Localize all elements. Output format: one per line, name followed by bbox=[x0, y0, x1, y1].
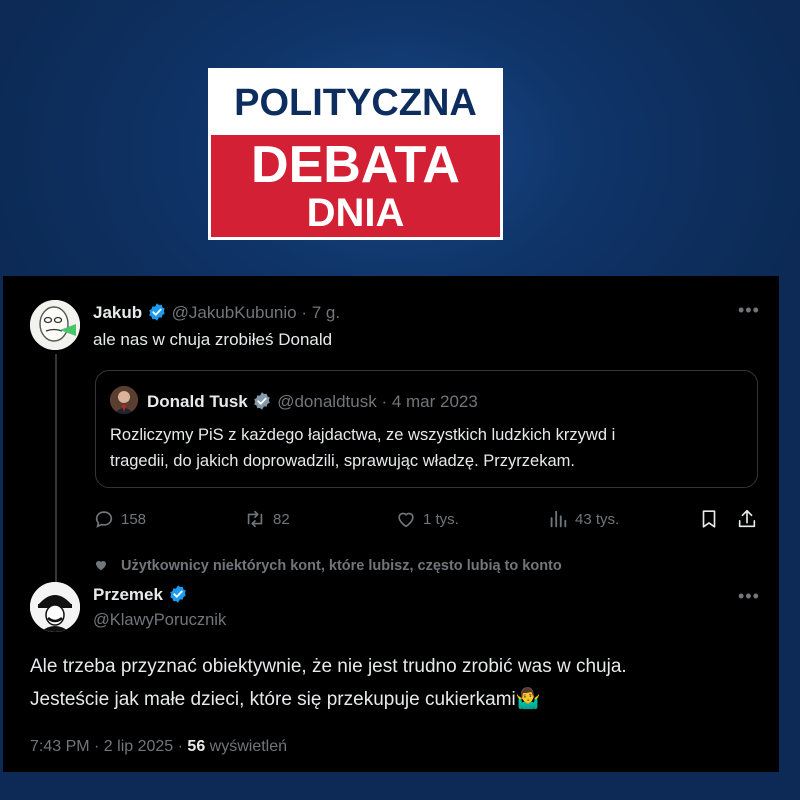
share-action[interactable] bbox=[736, 508, 758, 530]
reply-author-handle[interactable]: @JakubKubunio bbox=[172, 303, 297, 322]
main-author-handle[interactable]: @KlawyPorucznik bbox=[93, 611, 226, 630]
tweet-action-bar: 158 82 1 tys. 43 tys. bbox=[93, 508, 763, 534]
thread-connector-line bbox=[55, 354, 57, 584]
share-icon bbox=[738, 509, 756, 528]
verified-badge-icon bbox=[169, 585, 186, 603]
quote-author-name[interactable]: Donald Tusk bbox=[147, 392, 248, 411]
heart-icon bbox=[398, 512, 414, 528]
reply-count: 158 bbox=[121, 510, 147, 528]
views-chart-icon bbox=[550, 510, 567, 528]
logo-line-debata: DEBATA bbox=[251, 136, 460, 194]
main-author-name-row: Przemek bbox=[93, 584, 188, 605]
quote-text-line2: tragedii, do jakich doprowadzili, sprawu… bbox=[110, 452, 575, 470]
tusk-avatar[interactable] bbox=[110, 386, 138, 414]
quote-date[interactable]: · 4 mar 2023 bbox=[381, 392, 477, 411]
reply-text: ale nas w chuja zrobiłeś Donald bbox=[93, 330, 333, 349]
reply-action[interactable]: 158 bbox=[93, 508, 146, 530]
main-tweet-text-line2-text: Jesteście jak małe dzieci, które się prz… bbox=[30, 689, 516, 710]
main-more-options-icon[interactable]: ••• bbox=[738, 586, 760, 607]
social-context-row: Użytkownicy niektórych kont, które lubis… bbox=[93, 557, 562, 574]
reply-author-name[interactable]: Jakub bbox=[93, 303, 142, 322]
bookmark-action[interactable] bbox=[698, 508, 720, 530]
quote-author-handle[interactable]: @donaldtusk bbox=[277, 392, 377, 411]
main-tweet-views-label: wyświetleń bbox=[209, 738, 288, 755]
logo-line-politika: POLITYCZNA bbox=[211, 71, 500, 135]
repost-count: 82 bbox=[273, 510, 290, 528]
reply-more-options-icon[interactable]: ••• bbox=[738, 300, 760, 321]
verified-badge-icon bbox=[254, 392, 271, 410]
shrug-emoji: 🤷‍♂️ bbox=[515, 688, 541, 710]
reply-time[interactable]: · 7 g. bbox=[301, 303, 340, 322]
quote-text-line1: Rozliczymy PiS z każdego łajdactwa, ze w… bbox=[110, 426, 616, 444]
like-count: 1 tys. bbox=[423, 510, 459, 528]
views-count: 43 tys. bbox=[575, 510, 620, 528]
logo-line-dnia: DNIA bbox=[306, 191, 405, 235]
main-tweet-text-line2: Jesteście jak małe dzieci, które się prz… bbox=[30, 686, 541, 711]
social-context-text: Użytkownicy niektórych kont, które lubis… bbox=[121, 558, 562, 574]
przemek-avatar[interactable] bbox=[30, 582, 80, 632]
like-action[interactable]: 1 tys. bbox=[395, 508, 459, 530]
quote-header: Donald Tusk @donaldtusk · 4 mar 2023 bbox=[147, 391, 478, 412]
bookmark-icon bbox=[702, 510, 716, 528]
reply-bubble-icon bbox=[95, 511, 113, 528]
heart-small-icon bbox=[96, 560, 106, 571]
main-tweet-text-line1: Ale trzeba przyznać obiektywnie, że nie … bbox=[30, 656, 627, 677]
show-logo: POLITYCZNA DEBATA DNIA bbox=[208, 68, 503, 240]
jakub-avatar[interactable] bbox=[30, 300, 80, 350]
main-tweet-views-count: 56 bbox=[187, 738, 206, 755]
main-author-name[interactable]: Przemek bbox=[93, 585, 163, 604]
main-tweet-timestamp[interactable]: 7:43 PM · 2 lip 2025 · bbox=[30, 738, 183, 755]
logo-red-block: DEBATA DNIA bbox=[211, 135, 500, 237]
main-tweet-meta: 7:43 PM · 2 lip 2025 · 56 wyświetleń bbox=[30, 738, 287, 756]
reply-header: Jakub @JakubKubunio · 7 g. bbox=[93, 302, 340, 323]
verified-badge-icon bbox=[149, 303, 165, 321]
views-action[interactable]: 43 tys. bbox=[547, 508, 619, 530]
repost-icon bbox=[247, 510, 263, 528]
repost-action[interactable]: 82 bbox=[243, 508, 290, 530]
